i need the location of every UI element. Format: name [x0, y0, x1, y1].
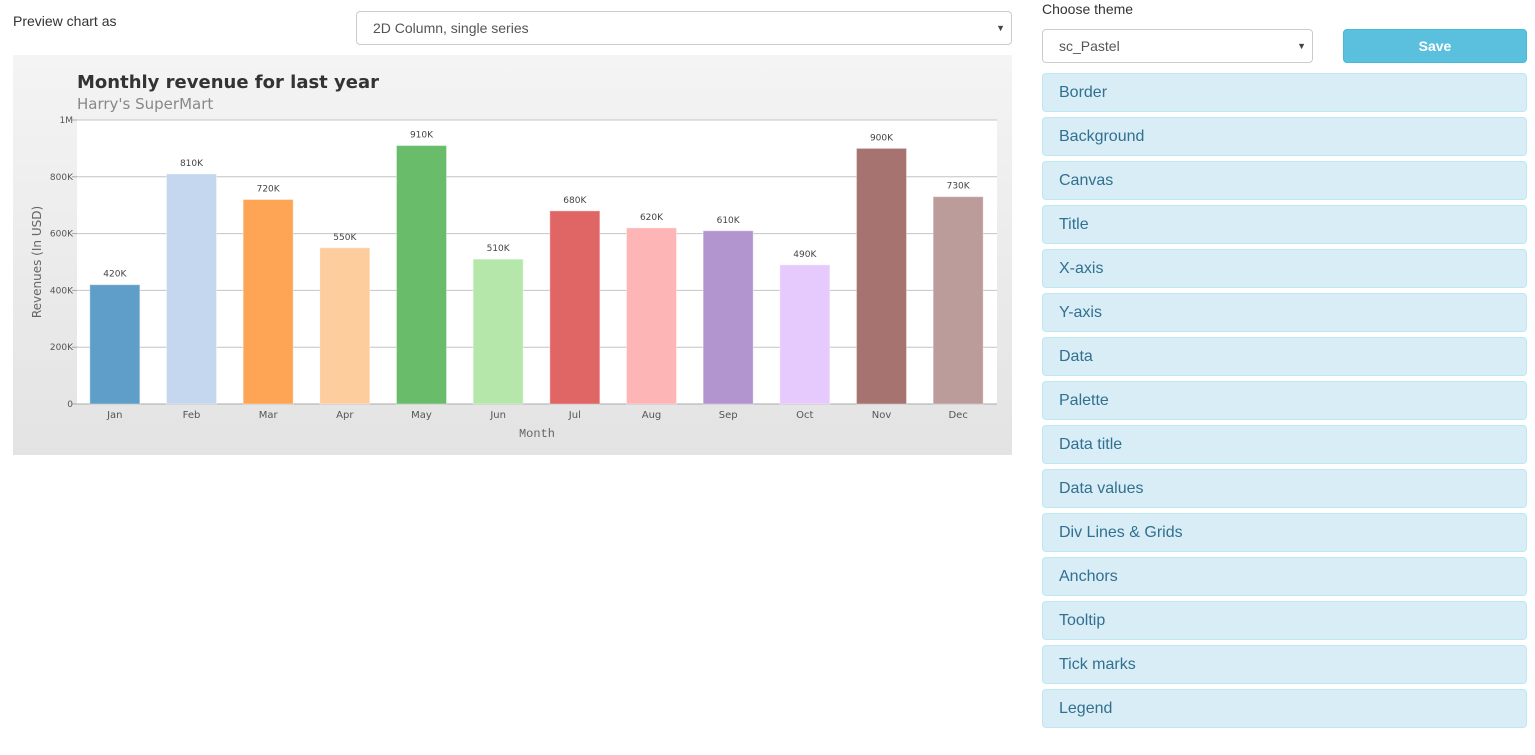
- settings-panel-label: Y-axis: [1059, 303, 1102, 321]
- settings-panel-canvas[interactable]: Canvas: [1042, 161, 1527, 200]
- chart-subtitle: Harry's SuperMart: [77, 95, 213, 113]
- bar-sep[interactable]: [702, 230, 754, 405]
- bar-jan[interactable]: [89, 284, 141, 405]
- bar-apr[interactable]: [319, 247, 371, 405]
- save-button[interactable]: Save: [1343, 29, 1527, 63]
- choose-theme-label: Choose theme: [1042, 1, 1134, 17]
- settings-panel-label: Anchors: [1059, 567, 1118, 585]
- data-value-label: 910K: [410, 131, 434, 141]
- chart-type-selected-value: 2D Column, single series: [373, 20, 529, 36]
- settings-panel-label: X-axis: [1059, 259, 1104, 277]
- chart-preview: Monthly revenue for last year Harry's Su…: [13, 55, 1012, 455]
- chart-title: Monthly revenue for last year: [77, 72, 379, 93]
- data-value-label: 610K: [717, 216, 741, 226]
- settings-panel-tick-marks[interactable]: Tick marks: [1042, 645, 1527, 684]
- y-tick-label: 400K: [50, 286, 74, 296]
- y-tick-label: 800K: [50, 173, 74, 183]
- x-tick-label: Dec: [948, 410, 967, 421]
- settings-panel-label: Title: [1059, 215, 1089, 233]
- data-value-label: 730K: [947, 182, 971, 192]
- data-value-label: 680K: [563, 196, 587, 206]
- bar-aug[interactable]: [626, 227, 677, 405]
- caret-down-icon: ▼: [996, 23, 1005, 33]
- settings-panel-data[interactable]: Data: [1042, 337, 1527, 376]
- x-tick-label: May: [411, 410, 432, 421]
- settings-panel-title[interactable]: Title: [1042, 205, 1527, 244]
- caret-down-icon: ▼: [1297, 41, 1306, 51]
- chart-svg: Monthly revenue for last year Harry's Su…: [30, 72, 997, 441]
- x-tick-label: Nov: [872, 410, 892, 421]
- data-value-label: 720K: [257, 185, 281, 195]
- x-tick-label: Jul: [568, 410, 581, 421]
- settings-panel-list: Border Background Canvas Title X-axis Y-axis D…: [1042, 73, 1527, 733]
- data-value-label: 620K: [640, 213, 664, 223]
- y-tick-label: 1M: [60, 116, 74, 126]
- settings-panel-data-values[interactable]: Data values: [1042, 469, 1527, 508]
- bar-mar[interactable]: [242, 199, 294, 405]
- settings-panel-div-lines-grids[interactable]: Div Lines & Grids: [1042, 513, 1527, 552]
- x-tick-label: Apr: [336, 410, 354, 421]
- settings-panel-label: Legend: [1059, 699, 1113, 717]
- x-tick-label: Oct: [796, 410, 813, 421]
- settings-panel-label: Tick marks: [1059, 655, 1136, 673]
- settings-panel-label: Data title: [1059, 435, 1123, 453]
- bar-nov[interactable]: [856, 147, 907, 405]
- settings-panel-label: Tooltip: [1059, 611, 1106, 629]
- data-value-label: 510K: [487, 244, 511, 254]
- bar-jun[interactable]: [472, 258, 524, 405]
- data-value-label: 550K: [333, 233, 357, 243]
- chart-type-select[interactable]: 2D Column, single series ▼: [356, 11, 1012, 45]
- x-tick-label: Jan: [106, 410, 122, 421]
- settings-panel-label: Palette: [1059, 391, 1109, 409]
- data-value-label: 810K: [180, 159, 204, 169]
- settings-panel-label: Div Lines & Grids: [1059, 523, 1183, 541]
- settings-panel-background[interactable]: Background: [1042, 117, 1527, 156]
- y-axis-title: Revenues (In USD): [30, 206, 44, 318]
- bar-feb[interactable]: [166, 173, 217, 405]
- bar-dec[interactable]: [932, 196, 984, 405]
- settings-panel-border[interactable]: Border: [1042, 73, 1527, 112]
- y-tick-label: 200K: [50, 343, 74, 353]
- theme-selected-value: sc_Pastel: [1059, 38, 1120, 54]
- settings-panel-y-axis[interactable]: Y-axis: [1042, 293, 1527, 332]
- bar-oct[interactable]: [779, 264, 831, 405]
- settings-panel-label: Data: [1059, 347, 1093, 365]
- x-tick-label: Mar: [259, 410, 279, 421]
- settings-panel-data-title[interactable]: Data title: [1042, 425, 1527, 464]
- x-tick-label: Sep: [719, 410, 738, 421]
- x-axis-title: Month: [519, 427, 555, 441]
- x-tick-label: Jun: [489, 410, 506, 421]
- x-tick-label: Aug: [642, 410, 662, 421]
- settings-panel-legend[interactable]: Legend: [1042, 689, 1527, 728]
- bar-jul[interactable]: [549, 210, 601, 405]
- settings-panel-label: Background: [1059, 127, 1145, 145]
- settings-panel-label: Data values: [1059, 479, 1144, 497]
- data-value-label: 420K: [103, 270, 127, 280]
- settings-panel-palette[interactable]: Palette: [1042, 381, 1527, 420]
- y-tick-label: 0: [67, 400, 73, 410]
- settings-panel-x-axis[interactable]: X-axis: [1042, 249, 1527, 288]
- preview-chart-label: Preview chart as: [13, 13, 117, 29]
- settings-panel-label: Border: [1059, 83, 1108, 101]
- settings-panel-tooltip[interactable]: Tooltip: [1042, 601, 1527, 640]
- y-tick-label: 600K: [50, 230, 74, 240]
- x-tick-label: Feb: [183, 410, 201, 421]
- data-value-label: 490K: [793, 250, 817, 260]
- theme-select[interactable]: sc_Pastel ▼: [1042, 29, 1313, 63]
- data-value-label: 900K: [870, 133, 894, 143]
- settings-panel-label: Canvas: [1059, 171, 1114, 189]
- settings-panel-anchors[interactable]: Anchors: [1042, 557, 1527, 596]
- bar-may[interactable]: [396, 145, 447, 405]
